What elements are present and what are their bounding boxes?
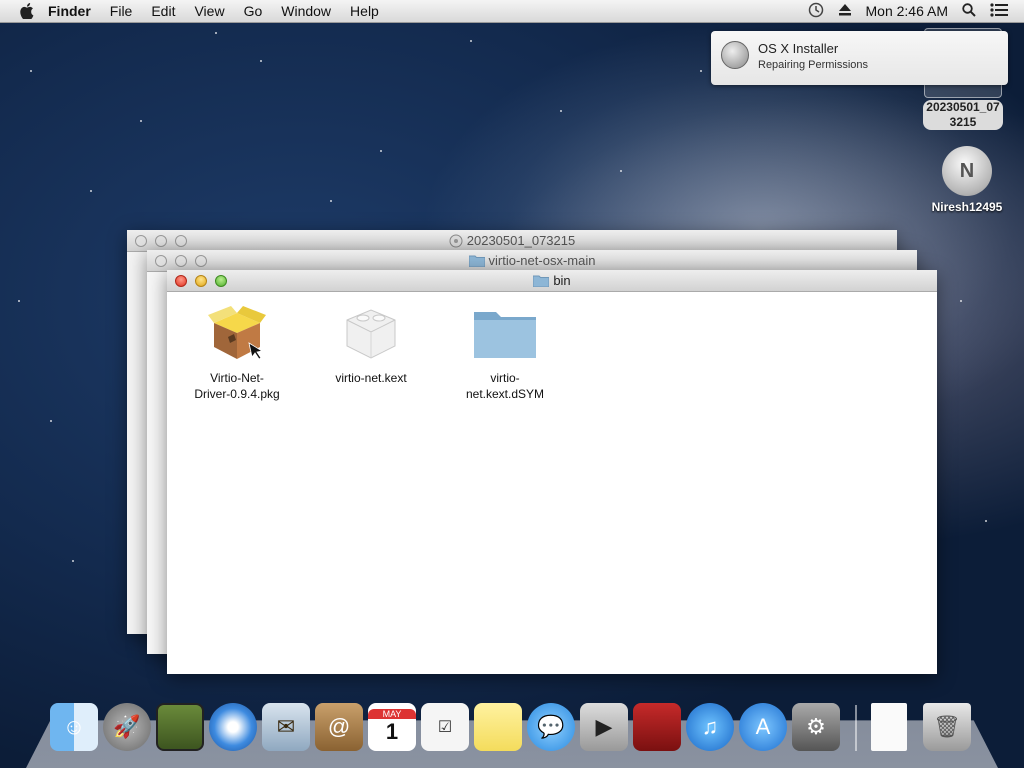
reminders-icon[interactable]: ☑	[421, 703, 469, 751]
window-title: virtio-net-osx-main	[488, 253, 596, 268]
document-icon[interactable]	[871, 703, 907, 751]
safari-icon[interactable]	[209, 703, 257, 751]
system-preferences-icon[interactable]: ⚙	[792, 703, 840, 751]
minimize-button[interactable]	[195, 275, 207, 287]
file-item-kext[interactable]: virtio-net.kext	[316, 302, 426, 386]
file-name-line2: Driver-0.9.4.pkg	[194, 387, 280, 401]
close-button[interactable]	[155, 255, 167, 267]
calendar-icon[interactable]: MAY 1	[368, 703, 416, 751]
launchpad-icon[interactable]: 🚀	[103, 703, 151, 751]
file-item-dsym[interactable]: virtio- net.kext.dSYM	[450, 302, 560, 402]
file-name-line1: Virtio-Net-	[210, 371, 264, 385]
file-name-line1: virtio-net.kext	[335, 371, 407, 385]
zoom-button[interactable]	[195, 255, 207, 267]
desktop-startup-disk[interactable]: N Niresh12495	[922, 146, 1012, 214]
calendar-month: MAY	[368, 709, 416, 719]
facetime-icon[interactable]: ▶	[580, 703, 628, 751]
finder-window-bin[interactable]: bin Virtio-Net- Driver-0.9.4.pkg virtio-…	[167, 270, 937, 674]
window-titlebar[interactable]: virtio-net-osx-main	[147, 250, 917, 272]
zoom-button[interactable]	[215, 275, 227, 287]
file-name-line1: virtio-	[490, 371, 520, 385]
menu-edit[interactable]: Edit	[151, 3, 175, 19]
dock-items: ☺ 🚀 ✉ @ MAY 1 ☑ 💬 ▶ ♫ A ⚙ 🗑	[50, 703, 976, 751]
eject-icon[interactable]	[838, 3, 852, 19]
menu-go[interactable]: Go	[244, 3, 263, 19]
notification-title: OS X Installer	[758, 41, 839, 56]
installer-icon	[721, 41, 749, 69]
dock-separator	[855, 705, 857, 751]
window-title: bin	[553, 273, 571, 288]
menu-help[interactable]: Help	[350, 3, 379, 19]
menu-file[interactable]: File	[110, 3, 133, 19]
messages-icon[interactable]: 💬	[527, 703, 575, 751]
time-machine-icon[interactable]	[808, 2, 824, 21]
menu-finder[interactable]: Finder	[48, 3, 91, 19]
notification-banner[interactable]: OS X Installer Repairing Permissions	[711, 31, 1008, 85]
finder-icon[interactable]: ☺	[50, 703, 98, 751]
window-title: 20230501_073215	[466, 233, 576, 248]
apple-menu-icon[interactable]	[18, 2, 36, 20]
folder-icon	[468, 255, 485, 267]
zoom-button[interactable]	[175, 235, 187, 247]
close-button[interactable]	[135, 235, 147, 247]
menu-view[interactable]: View	[194, 3, 224, 19]
window-titlebar[interactable]: bin	[167, 270, 937, 292]
package-icon	[182, 302, 292, 364]
folder-icon	[450, 302, 560, 364]
menu-bar: Finder File Edit View Go Window Help Mon…	[0, 0, 1024, 23]
kext-lego-icon	[316, 302, 426, 364]
mail-icon[interactable]: ✉	[262, 703, 310, 751]
startup-disk-icon: N	[942, 146, 992, 196]
window-titlebar[interactable]: 20230501_073215	[127, 230, 897, 252]
app-store-icon[interactable]: A	[739, 703, 787, 751]
minimize-button[interactable]	[175, 255, 187, 267]
disk-image-icon	[449, 234, 463, 247]
trash-icon[interactable]: 🗑	[923, 703, 971, 751]
menu-window[interactable]: Window	[281, 3, 331, 19]
desktop-disk-image-label: 20230501_07 3215	[923, 100, 1003, 130]
spotlight-icon[interactable]	[962, 2, 976, 20]
photo-booth-icon[interactable]	[633, 703, 681, 751]
folder-icon	[533, 275, 550, 287]
minimize-button[interactable]	[155, 235, 167, 247]
file-name-line2: net.kext.dSYM	[465, 387, 545, 401]
menubar-clock[interactable]: Mon 2:46 AM	[866, 3, 949, 19]
desktop-startup-disk-label: Niresh12495	[931, 200, 1003, 214]
notification-subtitle: Repairing Permissions	[758, 59, 869, 71]
notification-center-icon[interactable]	[990, 2, 1008, 20]
contacts-icon[interactable]: @	[315, 703, 363, 751]
itunes-icon[interactable]: ♫	[686, 703, 734, 751]
calendar-day: 1	[385, 719, 399, 744]
close-button[interactable]	[175, 275, 187, 287]
mission-control-icon[interactable]	[156, 703, 204, 751]
notes-icon[interactable]	[474, 703, 522, 751]
file-item-pkg[interactable]: Virtio-Net- Driver-0.9.4.pkg	[182, 302, 292, 402]
